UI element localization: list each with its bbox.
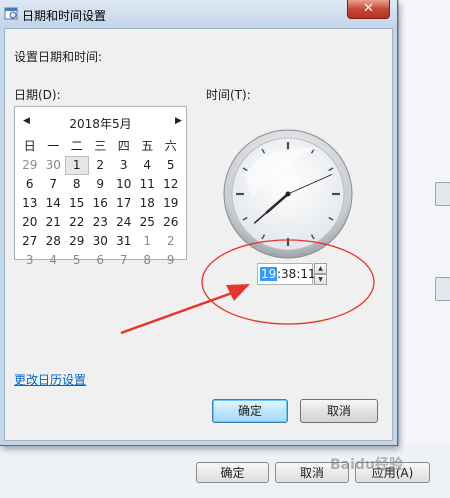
calendar-day[interactable]: 8 xyxy=(136,251,160,270)
calendar-day[interactable]: 4 xyxy=(42,251,66,270)
calendar-day[interactable]: 2 xyxy=(89,156,113,175)
time-input[interactable]: 19 :38:11 xyxy=(257,263,316,285)
calendar-day[interactable]: 30 xyxy=(89,232,113,251)
watermark: Baidu经验 xyxy=(330,457,403,473)
calendar-day[interactable]: 19 xyxy=(159,194,183,213)
calendar-day[interactable]: 6 xyxy=(18,175,42,194)
weekday-header: 一 xyxy=(47,139,60,153)
month-calendar[interactable]: ◀ 2018年5月 ▶ 日一二三四五六 29 30 1 2 3 4 5 6 7 8 9 10 11 12 13… xyxy=(14,106,187,267)
close-button[interactable]: ✕ xyxy=(347,0,390,19)
calendar-day[interactable]: 20 xyxy=(18,213,42,232)
calendar-row: 27 28 29 30 31 1 2 xyxy=(18,232,183,251)
calendar-day[interactable]: 17 xyxy=(112,194,136,213)
calendar-day[interactable]: 7 xyxy=(112,251,136,270)
calendar-row: 20 21 22 23 24 25 26 xyxy=(18,213,183,232)
calendar-day[interactable]: 31 xyxy=(112,232,136,251)
calendar-day[interactable]: 7 xyxy=(42,175,66,194)
parent-side-panel xyxy=(398,0,450,498)
calendar-day[interactable]: 14 xyxy=(42,194,66,213)
calendar-row: 13 14 15 16 17 18 19 xyxy=(18,194,183,213)
cancel-button[interactable]: 取消 xyxy=(300,399,378,423)
change-calendar-settings-link[interactable]: 更改日历设置 xyxy=(14,371,86,388)
calendar-day[interactable]: 12 xyxy=(159,175,183,194)
parent-side-button[interactable] xyxy=(435,277,450,301)
ok-button[interactable]: 确定 xyxy=(212,399,288,423)
calendar-day[interactable]: 15 xyxy=(65,194,89,213)
parent-side-button[interactable] xyxy=(435,182,450,206)
analog-clock xyxy=(223,129,353,259)
weekday-header: 五 xyxy=(141,139,154,153)
calendar-clock-icon xyxy=(4,7,18,20)
calendar-day[interactable]: 24 xyxy=(112,213,136,232)
calendar-day[interactable]: 25 xyxy=(136,213,160,232)
calendar-day[interactable]: 2 xyxy=(159,232,183,251)
calendar-day[interactable]: 5 xyxy=(65,251,89,270)
calendar-row: 3456789 xyxy=(18,251,183,270)
weekday-header: 四 xyxy=(117,139,130,153)
time-label: 时间(T): xyxy=(206,88,251,102)
next-month-icon[interactable]: ▶ xyxy=(175,116,182,126)
weekday-header: 六 xyxy=(164,139,177,153)
calendar-row: 日一二三四五六 xyxy=(18,137,183,156)
dialog-title: 日期和时间设置 xyxy=(22,9,107,23)
calendar-day[interactable]: 28 xyxy=(42,232,66,251)
time-minutes-seconds[interactable]: :38:11 xyxy=(277,267,316,281)
time-spinner[interactable]: ▲ ▼ xyxy=(314,263,327,285)
calendar-day[interactable]: 27 xyxy=(18,232,42,251)
spin-up-icon[interactable]: ▲ xyxy=(314,263,327,274)
calendar-day[interactable]: 11 xyxy=(136,175,160,194)
calendar-day[interactable]: 6 xyxy=(89,251,113,270)
date-label: 日期(D): xyxy=(14,88,61,102)
calendar-day[interactable]: 29 xyxy=(18,156,42,175)
calendar-day[interactable]: 9 xyxy=(159,251,183,270)
weekday-header: 三 xyxy=(94,139,107,153)
calendar-day[interactable]: 13 xyxy=(18,194,42,213)
calendar-day[interactable]: 21 xyxy=(42,213,66,232)
dialog-body: 设置日期和时间: 日期(D): 时间(T): ◀ 2018年5月 ▶ 日一二三四… xyxy=(4,28,393,441)
calendar-month-title[interactable]: 2018年5月 xyxy=(15,115,186,132)
close-icon: ✕ xyxy=(363,1,374,16)
time-hour-segment[interactable]: 19 xyxy=(260,267,278,281)
calendar-row: 6 7 8 9 10 11 12 xyxy=(18,175,183,194)
date-time-dialog: 日期和时间设置 ✕ 设置日期和时间: 日期(D): 时间(T): ◀ 2018年… xyxy=(0,0,398,446)
calendar-row: 29 30 1 2 3 4 5 xyxy=(18,156,183,175)
parent-ok-button[interactable]: 确定 xyxy=(196,462,269,483)
title-bar[interactable]: 日期和时间设置 ✕ xyxy=(0,0,397,28)
calendar-day[interactable]: 1 xyxy=(136,232,160,251)
heading-label: 设置日期和时间: xyxy=(14,50,103,64)
calendar-day[interactable]: 8 xyxy=(65,175,89,194)
calendar-day[interactable]: 3 xyxy=(18,251,42,270)
calendar-day[interactable]: 29 xyxy=(65,232,89,251)
spin-down-icon[interactable]: ▼ xyxy=(314,274,327,285)
calendar-day[interactable]: 1 xyxy=(65,156,89,175)
calendar-day[interactable]: 23 xyxy=(89,213,113,232)
calendar-day[interactable]: 22 xyxy=(65,213,89,232)
calendar-day[interactable]: 26 xyxy=(159,213,183,232)
calendar-day[interactable]: 3 xyxy=(112,156,136,175)
weekday-header: 二 xyxy=(70,139,83,153)
weekday-header: 日 xyxy=(23,139,36,153)
calendar-day[interactable]: 18 xyxy=(136,194,160,213)
calendar-day[interactable]: 30 xyxy=(42,156,66,175)
calendar-day[interactable]: 4 xyxy=(136,156,160,175)
calendar-day[interactable]: 5 xyxy=(159,156,183,175)
calendar-day[interactable]: 9 xyxy=(89,175,113,194)
calendar-day[interactable]: 10 xyxy=(112,175,136,194)
calendar-day[interactable]: 16 xyxy=(89,194,113,213)
calendar-grid: 日一二三四五六 29 30 1 2 3 4 5 6 7 8 9 10 11 12 13 14 15 16 17 18 19… xyxy=(18,137,183,270)
